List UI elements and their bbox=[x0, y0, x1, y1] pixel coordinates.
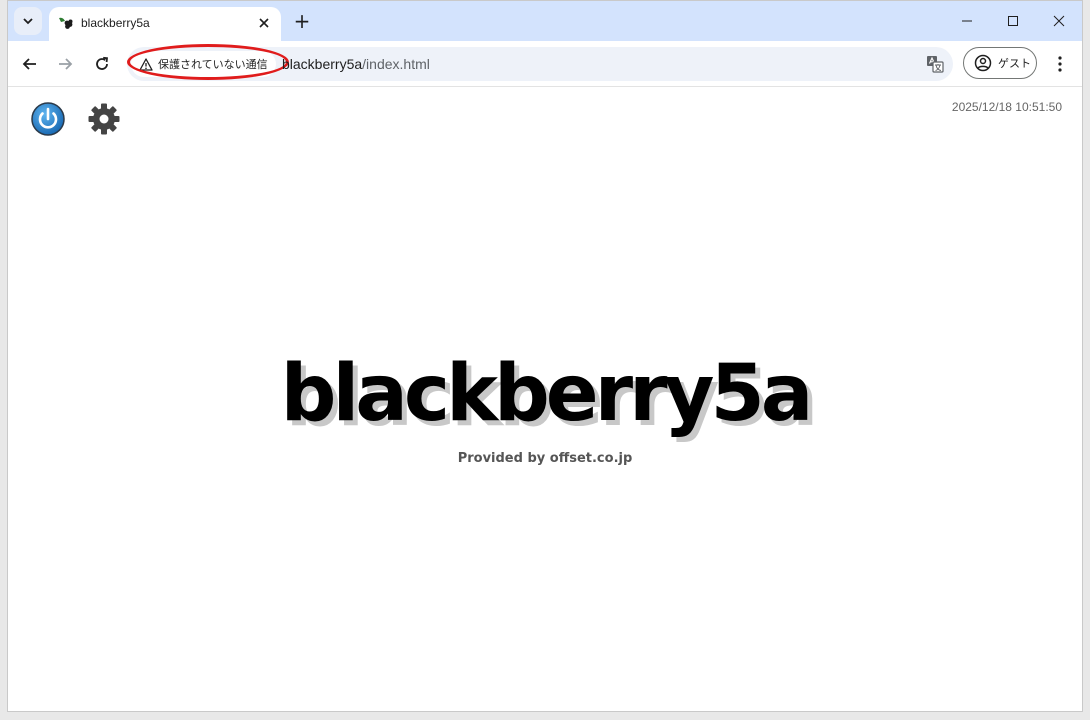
new-tab-button[interactable]: + bbox=[290, 9, 314, 33]
browser-window: blackberry5a + 保護されていない通信 blackberry5a/i… bbox=[7, 0, 1083, 712]
profile-button[interactable]: ゲスト bbox=[963, 47, 1037, 79]
reload-icon bbox=[96, 56, 108, 70]
maximize-button[interactable] bbox=[990, 5, 1036, 37]
arrow-right-icon bbox=[59, 58, 73, 70]
close-window-button[interactable] bbox=[1036, 5, 1082, 37]
chevron-down-icon bbox=[23, 18, 33, 25]
arrow-left-icon bbox=[22, 58, 36, 70]
plus-icon: + bbox=[293, 9, 311, 33]
datetime-display: 2025/12/18 10:51:50 bbox=[951, 100, 1062, 114]
tab-search-button[interactable] bbox=[14, 7, 42, 35]
tab-strip: blackberry5a + bbox=[8, 1, 1082, 41]
more-vertical-icon bbox=[1058, 56, 1062, 72]
url-path: /index.html bbox=[362, 56, 430, 72]
url-host: blackberry5a bbox=[282, 56, 363, 72]
security-label: 保護されていない通信 bbox=[158, 58, 268, 71]
url-text: blackberry5a/index.html bbox=[282, 56, 430, 72]
power-icon[interactable] bbox=[31, 102, 65, 136]
minimize-button[interactable] bbox=[944, 5, 990, 37]
page-content: 2025/12/18 10:51:50 blackberry5a Provide… bbox=[8, 88, 1082, 711]
close-icon bbox=[1053, 15, 1065, 27]
tab-active[interactable]: blackberry5a bbox=[49, 7, 281, 41]
tab-close-button[interactable] bbox=[255, 14, 273, 32]
security-indicator[interactable]: 保護されていない通信 bbox=[131, 51, 276, 77]
reload-button[interactable] bbox=[88, 50, 116, 78]
page-title: blackberry5a bbox=[280, 349, 814, 439]
account-circle-icon bbox=[974, 54, 992, 72]
translate-icon bbox=[927, 56, 944, 73]
maximize-icon bbox=[1008, 16, 1018, 26]
translate-button[interactable] bbox=[923, 52, 947, 76]
provider-credit: Provided by offset.co.jp bbox=[457, 451, 633, 466]
browser-menu-button[interactable] bbox=[1048, 50, 1072, 78]
close-icon bbox=[259, 18, 269, 28]
back-button[interactable] bbox=[16, 50, 44, 78]
profile-label: ゲスト bbox=[998, 57, 1031, 70]
warning-triangle-icon bbox=[139, 57, 153, 71]
blackberry-favicon-icon bbox=[59, 17, 73, 29]
minimize-icon bbox=[962, 20, 972, 22]
tab-title: blackberry5a bbox=[81, 16, 150, 30]
forward-button[interactable] bbox=[51, 50, 79, 78]
address-bar[interactable]: 保護されていない通信 blackberry5a/index.html bbox=[127, 44, 953, 81]
browser-toolbar: 保護されていない通信 blackberry5a/index.html ゲスト bbox=[8, 41, 1082, 87]
gear-icon[interactable] bbox=[87, 102, 121, 136]
